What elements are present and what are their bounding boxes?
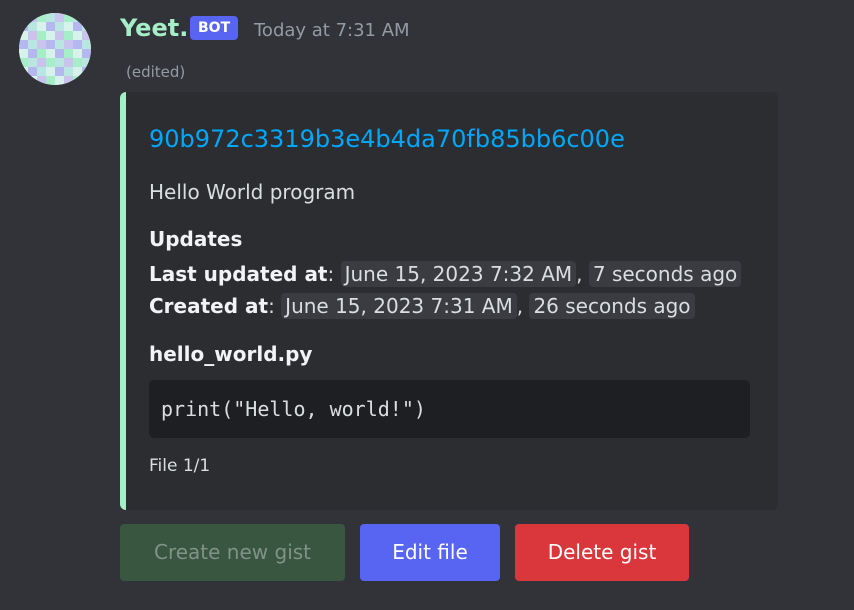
last-updated-line: Last updated at: June 15, 2023 7:32 AM, … [149, 259, 742, 289]
username[interactable]: Yeet. [120, 12, 188, 44]
updates-heading: Updates [149, 227, 243, 251]
create-gist-button[interactable]: Create new gist [120, 524, 345, 581]
bot-badge: BOT [190, 16, 239, 40]
avatar[interactable] [19, 13, 91, 85]
created-date[interactable]: June 15, 2023 7:31 AM [281, 293, 517, 319]
created-line: Created at: June 15, 2023 7:31 AM, 26 se… [149, 291, 695, 321]
gist-embed: 90b972c3319b3e4b4da70fb85bb6c00e Hello W… [120, 92, 778, 510]
message-timestamp[interactable]: Today at 7:31 AM [254, 19, 410, 43]
last-updated-relative[interactable]: 7 seconds ago [588, 261, 742, 287]
last-updated-label: Last updated at [149, 262, 328, 286]
embed-footer: File 1/1 [149, 456, 211, 476]
gist-title-link[interactable]: 90b972c3319b3e4b4da70fb85bb6c00e [149, 123, 625, 155]
code-block[interactable]: print("Hello, world!") [149, 380, 750, 438]
file-name: hello_world.py [149, 342, 313, 366]
gist-description: Hello World program [149, 180, 356, 204]
edited-indicator: (edited) [126, 63, 186, 81]
avatar-image [19, 13, 91, 85]
last-updated-date[interactable]: June 15, 2023 7:32 AM [340, 261, 577, 287]
created-label: Created at [149, 294, 269, 318]
code-content: print("Hello, world!") [161, 397, 426, 421]
delete-gist-button[interactable]: Delete gist [515, 524, 689, 581]
bot-message: Yeet. BOT Today at 7:31 AM (edited) 90b9… [0, 0, 854, 610]
created-relative[interactable]: 26 seconds ago [529, 293, 695, 319]
edit-file-button[interactable]: Edit file [360, 524, 500, 581]
embed-accent-bar [120, 92, 126, 510]
